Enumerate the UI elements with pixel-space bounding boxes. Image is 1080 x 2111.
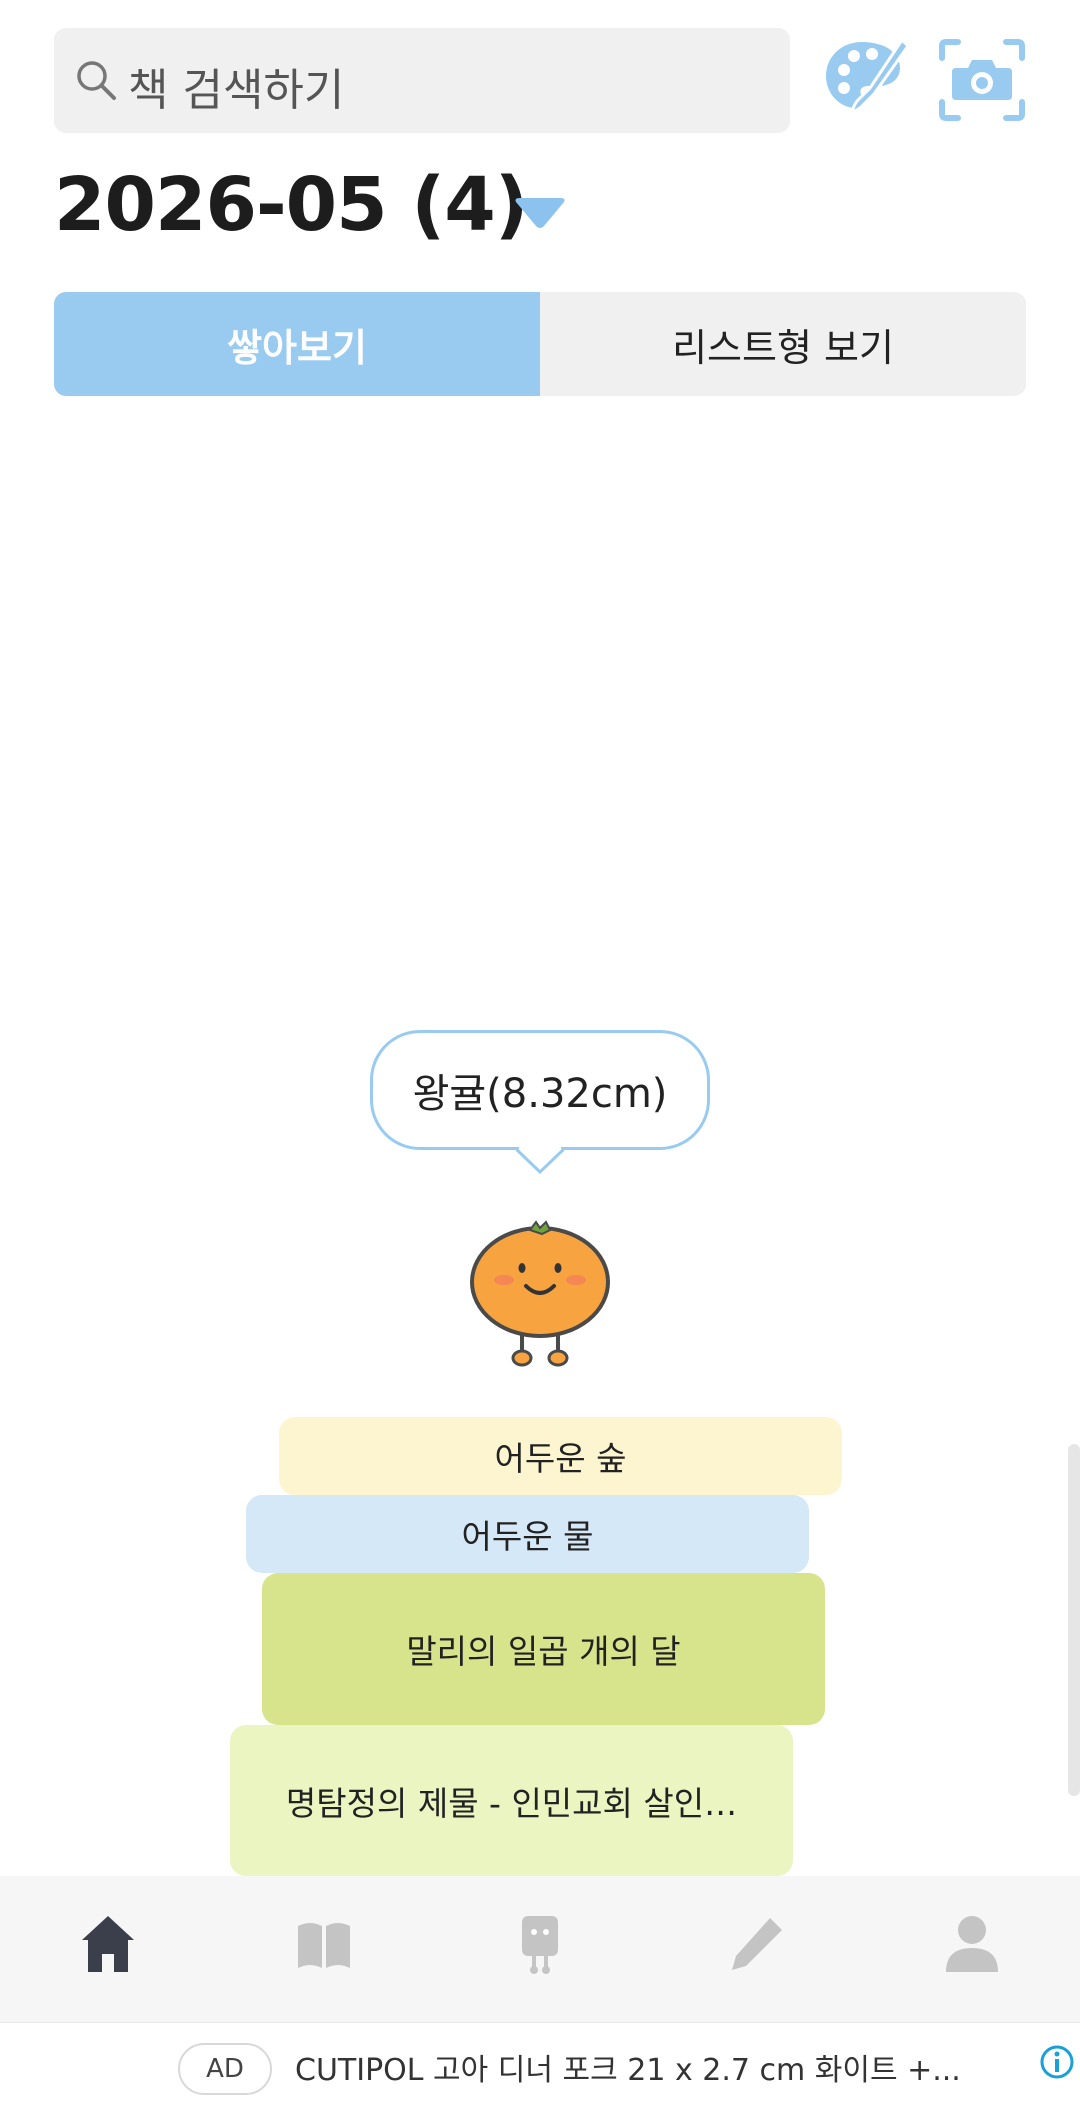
palette-icon[interactable] bbox=[822, 36, 908, 122]
person-icon[interactable] bbox=[942, 1912, 1002, 1976]
month-title: 2026-05 (4) bbox=[54, 162, 529, 248]
book-spine[interactable]: 어두운 물 bbox=[246, 1495, 809, 1573]
ad-badge: AD bbox=[178, 2043, 272, 2095]
book-spine[interactable]: 명탐정의 제물 - 인민교회 살인… bbox=[230, 1725, 793, 1876]
height-bubble: 왕귤(8.32cm) bbox=[370, 1030, 710, 1150]
ad-banner[interactable]: AD CUTIPOL 고아 디너 포크 21 x 2.7 cm 화이트 +... bbox=[0, 2022, 1080, 2111]
search-icon bbox=[77, 61, 116, 100]
tangerine-mascot-icon bbox=[470, 1220, 610, 1367]
search-input[interactable]: 책 검색하기 bbox=[54, 28, 790, 133]
tab-stack-view[interactable]: 쌓아보기 bbox=[54, 292, 540, 396]
home-icon[interactable] bbox=[78, 1912, 138, 1976]
chevron-down-icon[interactable] bbox=[512, 196, 568, 232]
bottom-nav bbox=[0, 1876, 1080, 2022]
open-book-icon[interactable] bbox=[294, 1912, 354, 1976]
ad-text[interactable]: CUTIPOL 고아 디너 포크 21 x 2.7 cm 화이트 +... bbox=[295, 2045, 961, 2089]
character-icon[interactable] bbox=[510, 1912, 570, 1976]
tab-list-view[interactable]: 리스트형 보기 bbox=[540, 292, 1026, 396]
camera-icon[interactable] bbox=[938, 38, 1026, 122]
scrollbar[interactable] bbox=[1068, 1444, 1080, 1796]
info-icon[interactable] bbox=[1038, 2043, 1076, 2081]
bubble-tail bbox=[516, 1146, 564, 1174]
book-spine[interactable]: 어두운 숲 bbox=[279, 1417, 842, 1495]
pencil-icon[interactable] bbox=[726, 1912, 786, 1976]
search-placeholder: 책 검색하기 bbox=[128, 65, 345, 116]
book-spine[interactable]: 말리의 일곱 개의 달 bbox=[262, 1573, 825, 1725]
